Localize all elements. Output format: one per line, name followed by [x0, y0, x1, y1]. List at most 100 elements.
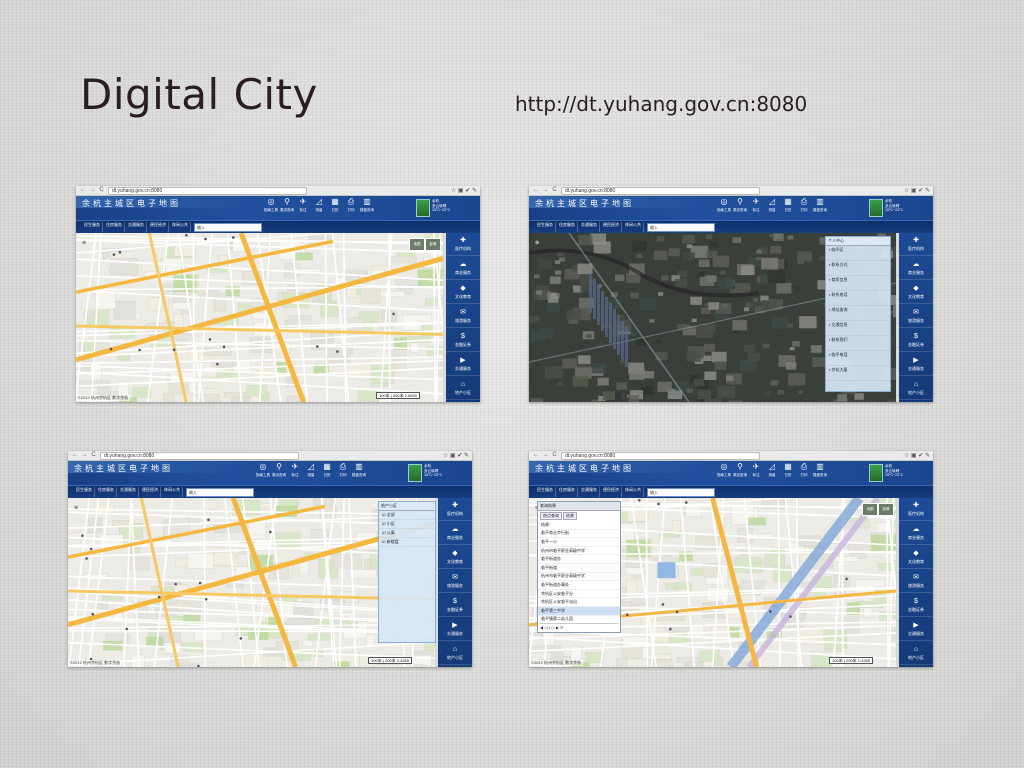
toolbar-measure-button[interactable]: ◿ 测量	[765, 461, 779, 483]
avatar[interactable]	[416, 199, 430, 217]
panel-row[interactable]: ▪ 联系电话	[826, 291, 890, 306]
toolbar-building-button[interactable]: ▥ 楼盘查询	[352, 461, 366, 483]
sidebar-item-culture[interactable]: ◆ 文化教育	[438, 548, 472, 569]
panel-row[interactable]: ▪ 临平电话	[826, 351, 890, 366]
result-row[interactable]: 结果:	[538, 521, 620, 530]
result-row[interactable]: 临平第三中学	[538, 606, 620, 616]
nav-button[interactable]: 住房服务	[557, 487, 578, 497]
sidebar-item-finance[interactable]: $ 金融证券	[446, 331, 480, 352]
sidebar-item-home[interactable]: ⌂ 地产小区	[446, 379, 480, 400]
address-bar[interactable]: dt.yuhang.gov.cn:8080	[561, 452, 760, 460]
nav-button[interactable]: 便民经济	[601, 222, 622, 232]
toolbar-print-button[interactable]: ⎙ 打印	[336, 461, 350, 483]
sidebar-item-home[interactable]: ⌂ 地产小区	[899, 644, 933, 665]
nav-button[interactable]: 便民经济	[140, 487, 161, 497]
scale-control[interactable]: 100米 | 200米 1:4265	[829, 657, 873, 664]
sidebar-item-tourism[interactable]: ✉ 旅游服务	[446, 307, 480, 328]
sidebar-item-culture[interactable]: ◆ 文化教育	[446, 283, 480, 304]
layer-toggle-button[interactable]: 地图	[862, 503, 878, 516]
nav-button[interactable]: 便民经济	[601, 487, 622, 497]
zoom-control[interactable]: ⊕	[82, 240, 86, 246]
pagination[interactable]: ◀ ◁ 1 ▷ ▶ ⟳	[540, 623, 618, 631]
toolbar-building-button[interactable]: ▥ 楼盘查询	[813, 461, 827, 483]
nav-button[interactable]: 民生服务	[535, 222, 556, 232]
browser-tools-icon[interactable]: ☆ ▣ ✔ ✎	[443, 452, 469, 459]
nav-button[interactable]: 交通服务	[579, 222, 600, 232]
zoom-control[interactable]: ⊕	[74, 505, 78, 511]
sidebar-item-business[interactable]: ☁ 商业服务	[899, 259, 933, 280]
checkbox-row[interactable]: ☑ 新楼盘	[379, 538, 435, 547]
sidebar-item-home[interactable]: ⌂ 地产小区	[438, 644, 472, 665]
sidebar-item-transport[interactable]: ▶ 交通服务	[446, 355, 480, 376]
toolbar-location-button[interactable]: ⚲ 周边查询	[280, 196, 294, 218]
nav-button[interactable]: 交通服务	[118, 487, 139, 497]
sidebar-item-transport[interactable]: ▶ 交通服务	[899, 620, 933, 641]
avatar[interactable]	[869, 199, 883, 217]
map-area[interactable]	[76, 233, 443, 402]
sidebar-item-medical[interactable]: ✚ 医疗机构	[446, 235, 480, 256]
panel-row[interactable]: ▪ 地址查询	[826, 306, 890, 321]
browser-nav-icon[interactable]: ← → C	[533, 187, 558, 193]
zoom-control[interactable]: ⊕	[535, 240, 539, 246]
result-row[interactable]: 余杭区公安临平分	[538, 590, 620, 599]
popup-tab[interactable]: 热点查询	[540, 512, 562, 520]
toolbar-print-button[interactable]: ⎙ 打印	[797, 461, 811, 483]
sidebar-item-culture[interactable]: ◆ 文化教育	[899, 283, 933, 304]
sidebar-item-tourism[interactable]: ✉ 旅游服务	[899, 572, 933, 593]
toolbar-measure-button[interactable]: ◿ 测量	[304, 461, 318, 483]
layer-toggle-button[interactable]: 影像	[425, 238, 441, 251]
checkbox-row[interactable]: ☑ 小区	[379, 520, 435, 529]
popup-tab[interactable]: 结果	[563, 512, 577, 520]
nav-button[interactable]: 住房服务	[104, 222, 125, 232]
panel-row[interactable]: ▪ 余杭大厦	[826, 366, 890, 381]
sidebar-item-culture[interactable]: ◆ 文化教育	[899, 548, 933, 569]
nav-button[interactable]: 休闲公共	[623, 487, 644, 497]
sidebar-item-medical[interactable]: ✚ 医疗机构	[899, 500, 933, 521]
sidebar-item-medical[interactable]: ✚ 医疗机构	[899, 235, 933, 256]
toolbar-print-button[interactable]: ⎙ 打印	[797, 196, 811, 218]
avatar[interactable]	[408, 464, 422, 482]
layer-toggle-button[interactable]: 影像	[878, 503, 894, 516]
result-row[interactable]: 临平一小	[538, 538, 620, 547]
panel-row[interactable]: ▪ 临平区	[826, 246, 890, 261]
sidebar-item-tourism[interactable]: ✉ 旅游服务	[438, 572, 472, 593]
sidebar-item-transport[interactable]: ▶ 交通服务	[438, 620, 472, 641]
browser-nav-icon[interactable]: ← → C	[72, 452, 97, 458]
search-input[interactable]: 输入	[194, 223, 262, 232]
sidebar-item-business[interactable]: ☁ 商业服务	[899, 524, 933, 545]
toolbar-building-button[interactable]: ▥ 楼盘查询	[813, 196, 827, 218]
sidebar-item-home[interactable]: ⌂ 地产小区	[899, 379, 933, 400]
checkbox-row[interactable]: ☑ 全部	[379, 511, 435, 520]
nav-button[interactable]: 民生服务	[74, 487, 95, 497]
toolbar-pin-button[interactable]: ✈ 标注	[296, 196, 310, 218]
scale-control[interactable]: 100米 | 200米 1:4265	[368, 657, 412, 664]
result-row[interactable]: 临平商业步行街	[538, 530, 620, 539]
toolbar-pin-button[interactable]: ✈ 标注	[288, 461, 302, 483]
address-bar[interactable]: dt.yuhang.gov.cn:8080	[108, 187, 307, 195]
toolbar-measure-button[interactable]: ◿ 测量	[312, 196, 326, 218]
nav-button[interactable]: 便民经济	[148, 222, 169, 232]
result-row[interactable]: 余杭区公安临平派出	[538, 598, 620, 607]
browser-nav-icon[interactable]: ← → C	[80, 187, 105, 193]
nav-button[interactable]: 住房服务	[96, 487, 117, 497]
toolbar-pin-button[interactable]: ✈ 标注	[749, 196, 763, 218]
toolbar-compass-button[interactable]: ◎ 指南工具	[256, 461, 270, 483]
scale-control[interactable]: 100米 | 500米 1:8530	[376, 392, 420, 399]
nav-button[interactable]: 交通服务	[126, 222, 147, 232]
toolbar-calendar-button[interactable]: ▦ 日历	[781, 461, 795, 483]
map-canvas[interactable]	[76, 233, 443, 402]
toolbar-location-button[interactable]: ⚲ 周边查询	[272, 461, 286, 483]
search-input[interactable]: 输入	[647, 488, 715, 497]
avatar[interactable]	[869, 464, 883, 482]
toolbar-print-button[interactable]: ⎙ 打印	[344, 196, 358, 218]
browser-tools-icon[interactable]: ☆ ▣ ✔ ✎	[451, 187, 477, 194]
toolbar-compass-button[interactable]: ◎ 指南工具	[264, 196, 278, 218]
panel-row[interactable]: ▪ 商家信息	[826, 276, 890, 291]
address-bar[interactable]: dt.yuhang.gov.cn:8080	[561, 187, 760, 195]
nav-button[interactable]: 交通服务	[579, 487, 600, 497]
checkbox-row[interactable]: ☑ 公寓	[379, 529, 435, 538]
sidebar-item-business[interactable]: ☁ 商业服务	[446, 259, 480, 280]
search-input[interactable]: 输入	[186, 488, 254, 497]
toolbar-calendar-button[interactable]: ▦ 日历	[328, 196, 342, 218]
sidebar-item-tourism[interactable]: ✉ 旅游服务	[899, 307, 933, 328]
